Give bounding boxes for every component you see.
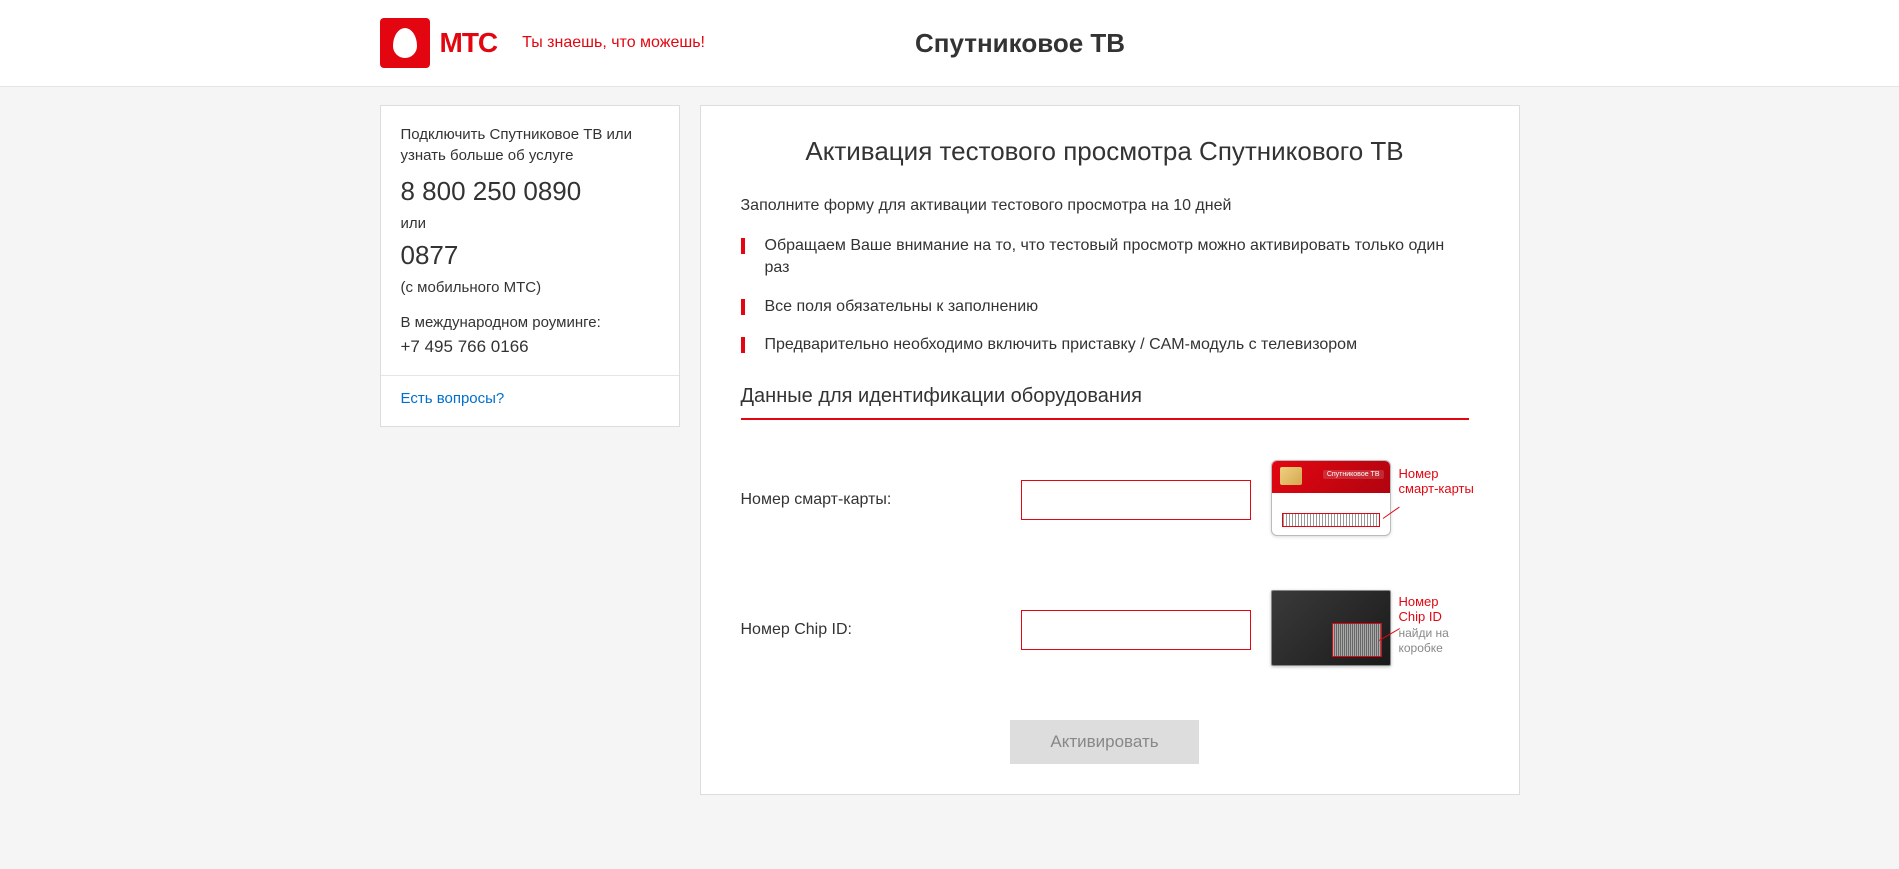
chipid-illustration: Номер Chip ID найди на коробке bbox=[1271, 590, 1406, 670]
roaming-label: В международном роуминге: bbox=[401, 314, 659, 331]
barcode-icon bbox=[1282, 513, 1380, 527]
smartcard-input[interactable] bbox=[1021, 480, 1251, 520]
card-brand-label: Спутниковое ТВ bbox=[1323, 470, 1384, 479]
box-label-icon bbox=[1332, 623, 1382, 657]
egg-icon bbox=[393, 28, 417, 58]
main-title: Активация тестового просмотра Спутниково… bbox=[741, 136, 1469, 167]
logo-icon bbox=[380, 18, 430, 68]
page-title: Спутниковое ТВ bbox=[915, 28, 1125, 59]
logo[interactable]: МТС bbox=[380, 18, 498, 68]
sidebar-intro: Подключить Спутниковое ТВ или узнать бол… bbox=[401, 124, 659, 166]
chipid-label: Номер Chip ID: bbox=[741, 621, 1001, 639]
phone-or: или bbox=[401, 215, 659, 232]
questions-link[interactable]: Есть вопросы? bbox=[401, 390, 505, 407]
divider bbox=[381, 375, 679, 376]
header: МТС Ты знаешь, что можешь! Спутниковое Т… bbox=[0, 0, 1899, 87]
section-heading: Данные для идентификации оборудования bbox=[741, 385, 1469, 420]
smartcard-label: Номер смарт-карты: bbox=[741, 491, 1001, 509]
notice-list: Обращаем Ваше внимание на то, что тестов… bbox=[741, 235, 1469, 357]
roaming-phone: +7 495 766 0166 bbox=[401, 337, 659, 357]
phone-secondary-note: (с мобильного МТС) bbox=[401, 279, 659, 296]
chipid-row: Номер Chip ID: Номер Chip ID найди на ко… bbox=[741, 590, 1469, 670]
logo-text: МТС bbox=[440, 27, 498, 59]
chipid-callout: Номер Chip ID найди на коробке bbox=[1399, 594, 1449, 656]
smartcard-row: Номер смарт-карты: Спутниковое ТВ Номер … bbox=[741, 460, 1469, 540]
sidebar: Подключить Спутниковое ТВ или узнать бол… bbox=[380, 105, 680, 795]
notice-item: Предварительно необходимо включить прист… bbox=[741, 334, 1469, 356]
notice-item: Обращаем Ваше внимание на то, что тестов… bbox=[741, 235, 1469, 280]
activate-button[interactable]: Активировать bbox=[1010, 720, 1198, 764]
form-intro: Заполните форму для активации тестового … bbox=[741, 197, 1469, 215]
tagline: Ты знаешь, что можешь! bbox=[522, 34, 705, 52]
smartcard-callout: Номер смарт-карты bbox=[1399, 466, 1474, 497]
smartcard-illustration: Спутниковое ТВ Номер смарт-карты bbox=[1271, 460, 1406, 540]
chip-icon bbox=[1280, 467, 1302, 485]
chipid-input[interactable] bbox=[1021, 610, 1251, 650]
phone-secondary: 0877 bbox=[401, 240, 659, 271]
phone-primary: 8 800 250 0890 bbox=[401, 176, 659, 207]
notice-item: Все поля обязательны к заполнению bbox=[741, 296, 1469, 318]
main-panel: Активация тестового просмотра Спутниково… bbox=[700, 105, 1520, 795]
